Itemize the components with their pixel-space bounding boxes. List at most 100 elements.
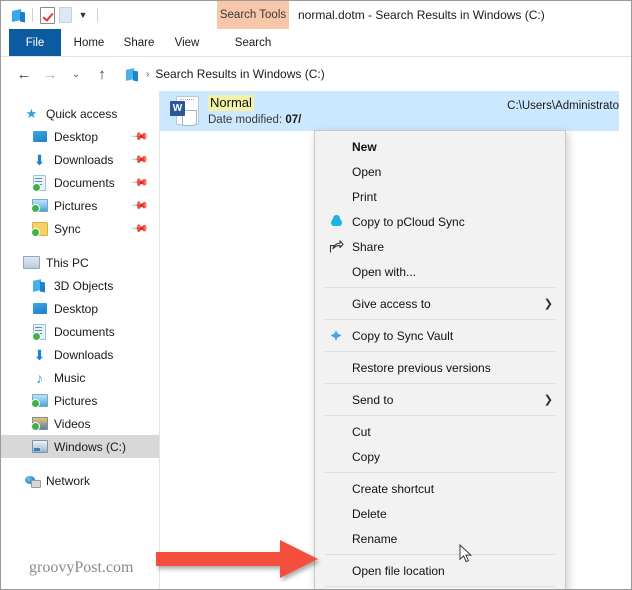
sidebar-item-windows-c[interactable]: Windows (C:): [1, 435, 159, 458]
sidebar-item-pc-pictures[interactable]: Pictures: [1, 389, 159, 412]
file-path: C:\Users\Administrato: [507, 100, 619, 112]
sidebar-item-pictures[interactable]: Pictures 📌: [1, 194, 159, 217]
menu-item-send-to[interactable]: Send to ❯: [315, 387, 565, 412]
sidebar-item-pc-documents[interactable]: Documents: [1, 320, 159, 343]
menu-item-copy-to-pcloud-sync-label: Copy to pCloud Sync: [352, 214, 465, 229]
desktop-icon: [31, 128, 48, 145]
pin-icon[interactable]: 📌: [131, 127, 150, 146]
menu-item-copy-to-sync-vault-label: Copy to Sync Vault: [352, 328, 454, 343]
sidebar-item-3d-objects-label: 3D Objects: [54, 278, 114, 293]
sidebar-item-sync-label: Sync: [54, 221, 81, 236]
sidebar-group-this-pc-label: This PC: [46, 255, 89, 270]
sidebar-group-network-label: Network: [46, 473, 91, 488]
forward-button[interactable]: →: [37, 61, 63, 87]
sidebar-item-pc-pictures-label: Pictures: [54, 393, 98, 408]
breadcrumb[interactable]: › Search Results in Windows (C:): [119, 63, 631, 85]
documents-icon: [31, 174, 48, 192]
sidebar-item-documents[interactable]: Documents 📌: [1, 171, 159, 194]
pin-icon[interactable]: 📌: [131, 219, 150, 238]
menu-item-delete[interactable]: Delete: [315, 501, 565, 526]
tab-view[interactable]: View: [165, 29, 209, 57]
tab-file-label: File: [25, 37, 45, 49]
sidebar-group-quick-access-label: Quick access: [46, 106, 118, 121]
file-name[interactable]: Normal: [208, 95, 254, 111]
menu-item-print[interactable]: Print: [315, 184, 565, 209]
breadcrumb-explorer-icon: [125, 67, 140, 82]
breadcrumb-separator-icon[interactable]: ›: [146, 69, 149, 80]
downloads-icon: ⬇: [33, 346, 46, 363]
network-icon: [23, 472, 41, 489]
menu-item-open-file-location[interactable]: Open file location: [315, 558, 565, 583]
tab-home[interactable]: Home: [65, 29, 113, 57]
menu-item-new[interactable]: New: [315, 134, 565, 159]
sidebar-item-videos[interactable]: Videos: [1, 412, 159, 435]
word-template-icon: W: [170, 95, 200, 127]
tab-search[interactable]: Search: [217, 29, 289, 57]
annotation-arrow: [154, 538, 322, 587]
tab-share[interactable]: Share: [115, 29, 163, 57]
sidebar-group-quick-access[interactable]: ★ Quick access: [1, 102, 159, 125]
nav-group-spacer-1: [1, 240, 159, 251]
videos-icon: [30, 415, 48, 432]
share-icon: [328, 239, 344, 255]
chevron-right-icon: ❯: [543, 298, 553, 310]
sidebar-item-music-label: Music: [54, 370, 86, 385]
menu-separator: [325, 472, 555, 473]
menu-item-open-label: Open: [352, 164, 382, 179]
recent-locations-button[interactable]: ⌄: [63, 61, 89, 87]
quick-access-toolbar: ▼: [9, 4, 103, 26]
navigation-pane[interactable]: ★ Quick access Desktop 📌 ⬇ Downloads 📌 D…: [1, 91, 160, 589]
file-date-modified-label: Date modified:: [208, 114, 283, 126]
sidebar-item-music[interactable]: ♪ Music: [1, 366, 159, 389]
menu-item-share[interactable]: Share: [315, 234, 565, 259]
tab-file[interactable]: File: [9, 29, 61, 57]
sidebar-item-documents-label: Documents: [54, 175, 115, 190]
sync-folder-icon: [30, 220, 48, 237]
menu-item-give-access-to[interactable]: Give access to ❯: [315, 291, 565, 316]
music-icon: ♪: [36, 369, 43, 386]
menu-item-copy-to-sync-vault[interactable]: Copy to Sync Vault: [315, 323, 565, 348]
up-button[interactable]: ↑: [89, 61, 115, 87]
properties-icon[interactable]: [38, 6, 56, 24]
menu-item-open-file-location-label: Open file location: [352, 563, 445, 578]
menu-item-open-with[interactable]: Open with...: [315, 259, 565, 284]
breadcrumb-current-label[interactable]: Search Results in Windows (C:): [155, 67, 324, 81]
sidebar-item-sync[interactable]: Sync 📌: [1, 217, 159, 240]
sidebar-item-3d-objects[interactable]: 3D Objects: [1, 274, 159, 297]
menu-item-share-label: Share: [352, 239, 385, 254]
file-explorer-window: ▼ Search Tools normal.dotm - Search Resu…: [0, 0, 632, 590]
back-button[interactable]: ←: [11, 61, 37, 87]
menu-item-copy-to-pcloud-sync[interactable]: Copy to pCloud Sync: [315, 209, 565, 234]
sidebar-item-desktop-label: Desktop: [54, 129, 99, 144]
menu-item-cut[interactable]: Cut: [315, 419, 565, 444]
downloads-icon: ⬇: [33, 151, 46, 168]
menu-item-copy[interactable]: Copy: [315, 444, 565, 469]
customize-dropdown-icon[interactable]: ▼: [74, 6, 92, 24]
menu-item-restore-previous-versions[interactable]: Restore previous versions: [315, 355, 565, 380]
sidebar-item-pc-desktop[interactable]: Desktop: [1, 297, 159, 320]
menu-item-rename[interactable]: Rename: [315, 526, 565, 551]
sidebar-item-pictures-label: Pictures: [54, 198, 98, 213]
sidebar-item-pc-desktop-label: Desktop: [54, 301, 99, 316]
menu-item-open[interactable]: Open: [315, 159, 565, 184]
sidebar-item-pc-downloads-label: Downloads: [54, 347, 114, 362]
sidebar-group-network[interactable]: Network: [1, 469, 159, 492]
menu-separator: [325, 351, 555, 352]
search-tools-contextual-tab[interactable]: Search Tools: [217, 1, 289, 29]
sidebar-item-downloads[interactable]: ⬇ Downloads 📌: [1, 148, 159, 171]
window-title-text: normal.dotm - Search Results in Windows …: [298, 8, 545, 22]
new-folder-icon[interactable]: [56, 6, 74, 24]
pin-icon[interactable]: 📌: [131, 173, 150, 192]
explorer-icon[interactable]: [9, 6, 27, 24]
tab-share-label: Share: [123, 37, 155, 49]
sidebar-group-this-pc[interactable]: This PC: [1, 251, 159, 274]
sidebar-item-downloads-label: Downloads: [54, 152, 114, 167]
pin-icon[interactable]: 📌: [131, 196, 150, 215]
sidebar-item-pc-downloads[interactable]: ⬇ Downloads: [1, 343, 159, 366]
menu-item-create-shortcut[interactable]: Create shortcut: [315, 476, 565, 501]
sidebar-item-desktop[interactable]: Desktop 📌: [1, 125, 159, 148]
menu-separator: [325, 586, 555, 587]
context-menu[interactable]: New Open Print Copy to pCloud Sync Share…: [314, 130, 566, 589]
pin-icon[interactable]: 📌: [131, 150, 150, 169]
table-row[interactable]: W Normal Date modified: 07/ C:\Users\Adm…: [160, 91, 619, 131]
